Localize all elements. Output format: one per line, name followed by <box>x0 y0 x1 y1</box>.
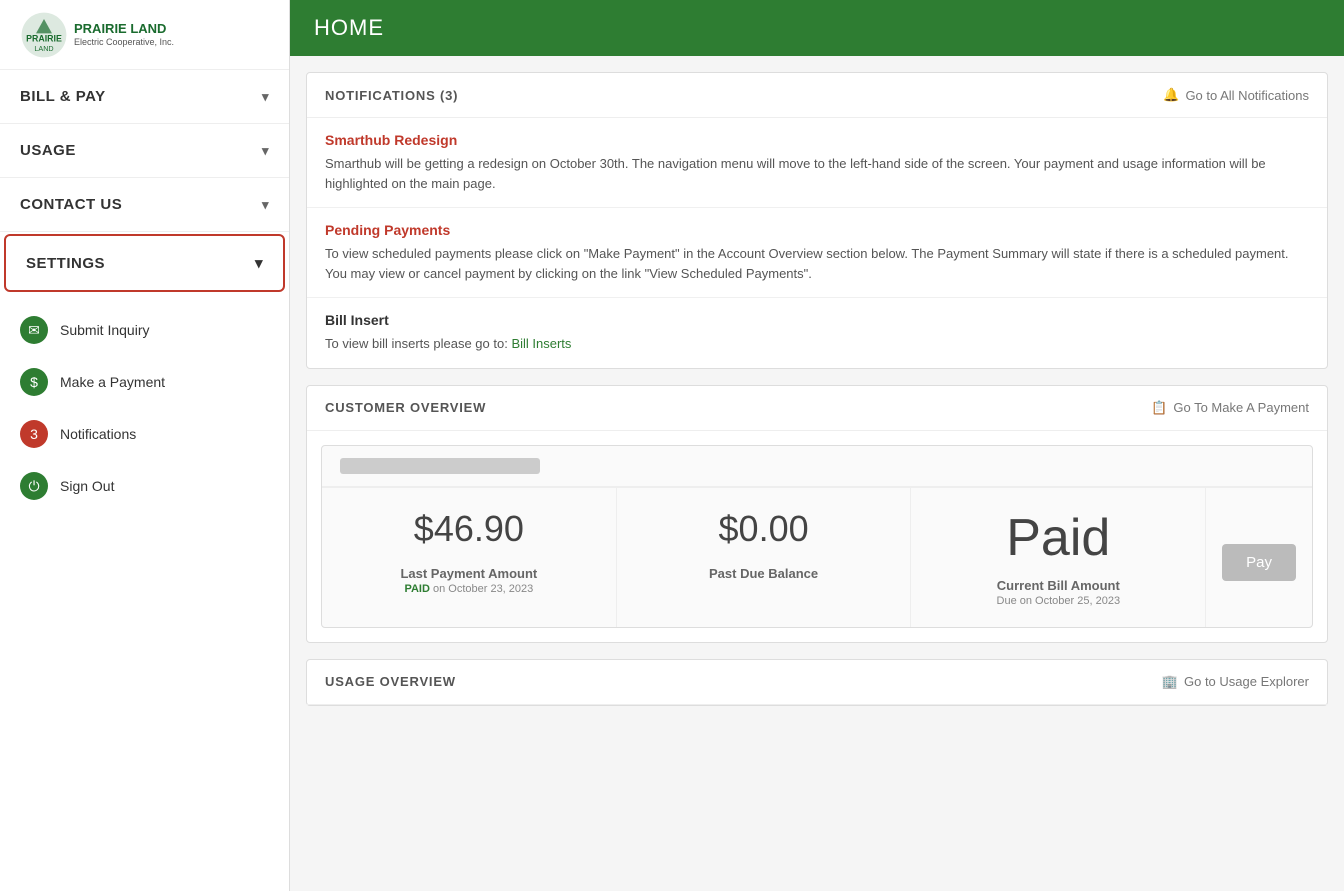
notifications-title: NOTIFICATIONS (3) <box>325 88 458 103</box>
current-bill-status: Paid <box>927 508 1189 568</box>
content-area: NOTIFICATIONS (3) 🔔 Go to All Notificati… <box>290 56 1344 722</box>
svg-text:LAND: LAND <box>34 44 53 53</box>
quick-link-make-payment[interactable]: $ Make a Payment <box>0 356 289 408</box>
past-due-amount: $0.00 <box>633 508 895 550</box>
quick-link-submit-inquiry[interactable]: ✉ Submit Inquiry <box>0 304 289 356</box>
clipboard-icon: 📋 <box>1151 400 1167 416</box>
go-to-all-notifications-label: Go to All Notifications <box>1185 88 1309 103</box>
usage-overview-header: USAGE OVERVIEW 🏢 Go to Usage Explorer <box>307 660 1327 705</box>
nav-bill-pay-label: BILL & PAY <box>20 88 106 105</box>
logo-text-block: PRAIRIE LAND Electric Cooperative, Inc. <box>74 21 174 47</box>
notification-text-bill-insert: To view bill inserts please go to: Bill … <box>325 334 1309 354</box>
page-title: HOME <box>314 15 384 41</box>
usage-overview-title: USAGE OVERVIEW <box>325 674 456 689</box>
quick-links: ✉ Submit Inquiry $ Make a Payment 3 Noti… <box>0 294 289 522</box>
current-bill-due: Due on October 25, 2023 <box>927 595 1189 607</box>
nav-item-contact-us[interactable]: CONTACT US ▾ <box>0 178 289 232</box>
nav-item-usage[interactable]: USAGE ▾ <box>0 124 289 178</box>
sign-out-label: Sign Out <box>60 478 114 494</box>
notifications-label: Notifications <box>60 426 136 442</box>
notification-title-smarthub: Smarthub Redesign <box>325 132 1309 148</box>
chevron-down-icon: ▾ <box>262 143 269 159</box>
account-name-area <box>322 446 1312 487</box>
submit-inquiry-label: Submit Inquiry <box>60 322 149 338</box>
go-to-make-payment-label: Go To Make A Payment <box>1173 400 1309 415</box>
last-payment-status-date: PAID on October 23, 2023 <box>338 583 600 595</box>
email-icon: ✉ <box>20 316 48 344</box>
payment-grid: $46.90 Last Payment Amount PAID on Octob… <box>322 487 1312 627</box>
bill-inserts-link[interactable]: Bill Inserts <box>511 336 571 351</box>
page-header: HOME <box>290 0 1344 56</box>
nav-item-settings[interactable]: SETTINGS ▾ <box>4 234 285 292</box>
customer-overview-header: CUSTOMER OVERVIEW 📋 Go To Make A Payment <box>307 386 1327 431</box>
logo-area: PRAIRIE LAND PRAIRIE LAND Electric Coope… <box>0 0 289 70</box>
bell-icon: 🔔 <box>1163 87 1179 103</box>
payment-icon: $ <box>20 368 48 396</box>
past-due-cell: $0.00 Past Due Balance <box>617 488 912 627</box>
quick-link-notifications[interactable]: 3 Notifications <box>0 408 289 460</box>
go-to-usage-explorer-label: Go to Usage Explorer <box>1184 674 1309 689</box>
customer-overview-section: CUSTOMER OVERVIEW 📋 Go To Make A Payment… <box>306 385 1328 643</box>
last-payment-status: PAID <box>404 583 429 595</box>
customer-overview-title: CUSTOMER OVERVIEW <box>325 400 486 415</box>
make-payment-label: Make a Payment <box>60 374 165 390</box>
account-name-blurred <box>340 458 540 474</box>
chevron-down-icon: ▾ <box>262 197 269 213</box>
go-to-make-payment-button[interactable]: 📋 Go To Make A Payment <box>1151 400 1309 416</box>
notification-count-icon: 3 <box>20 420 48 448</box>
notifications-header: NOTIFICATIONS (3) 🔔 Go to All Notificati… <box>307 73 1327 118</box>
nav-item-bill-pay[interactable]: BILL & PAY ▾ <box>0 70 289 124</box>
last-payment-label: Last Payment Amount <box>338 566 600 581</box>
chevron-down-icon: ▾ <box>262 89 269 105</box>
svg-text:PRAIRIE: PRAIRIE <box>26 33 62 43</box>
sidebar: PRAIRIE LAND PRAIRIE LAND Electric Coope… <box>0 0 290 891</box>
notifications-section: NOTIFICATIONS (3) 🔔 Go to All Notificati… <box>306 72 1328 369</box>
notification-bill-insert: Bill Insert To view bill inserts please … <box>307 298 1327 368</box>
current-bill-label: Current Bill Amount <box>927 578 1189 593</box>
building-icon: 🏢 <box>1162 674 1178 690</box>
chevron-down-icon: ▾ <box>255 254 263 272</box>
notification-smarthub-redesign: Smarthub Redesign Smarthub will be getti… <box>307 118 1327 208</box>
nav-usage-label: USAGE <box>20 142 76 159</box>
main-content: HOME NOTIFICATIONS (3) 🔔 Go to All Notif… <box>290 0 1344 891</box>
go-to-usage-explorer-button[interactable]: 🏢 Go to Usage Explorer <box>1162 674 1309 690</box>
current-bill-cell: Paid Current Bill Amount Due on October … <box>911 488 1206 627</box>
pay-button-cell: Pay <box>1206 488 1312 627</box>
last-payment-date: on October 23, 2023 <box>433 583 533 595</box>
notification-text-pending: To view scheduled payments please click … <box>325 244 1309 283</box>
usage-overview-section: USAGE OVERVIEW 🏢 Go to Usage Explorer <box>306 659 1328 706</box>
notification-title-bill-insert: Bill Insert <box>325 312 1309 328</box>
pay-button[interactable]: Pay <box>1222 544 1296 581</box>
customer-card: $46.90 Last Payment Amount PAID on Octob… <box>321 445 1313 628</box>
last-payment-amount: $46.90 <box>338 508 600 550</box>
signout-icon: ⏻ <box>20 472 48 500</box>
quick-link-sign-out[interactable]: ⏻ Sign Out <box>0 460 289 512</box>
past-due-label: Past Due Balance <box>633 566 895 581</box>
nav-contact-label: CONTACT US <box>20 196 122 213</box>
nav-settings-label: SETTINGS <box>26 255 105 272</box>
last-payment-cell: $46.90 Last Payment Amount PAID on Octob… <box>322 488 617 627</box>
logo-title: PRAIRIE LAND <box>74 21 174 37</box>
notification-title-pending: Pending Payments <box>325 222 1309 238</box>
logo-subtitle: Electric Cooperative, Inc. <box>74 37 174 48</box>
notification-text-smarthub: Smarthub will be getting a redesign on O… <box>325 154 1309 193</box>
notification-pending-payments: Pending Payments To view scheduled payme… <box>307 208 1327 298</box>
bill-insert-prefix: To view bill inserts please go to: <box>325 336 511 351</box>
logo: PRAIRIE LAND PRAIRIE LAND Electric Coope… <box>20 11 174 59</box>
prairie-land-logo-icon: PRAIRIE LAND <box>20 11 68 59</box>
go-to-all-notifications-button[interactable]: 🔔 Go to All Notifications <box>1163 87 1309 103</box>
